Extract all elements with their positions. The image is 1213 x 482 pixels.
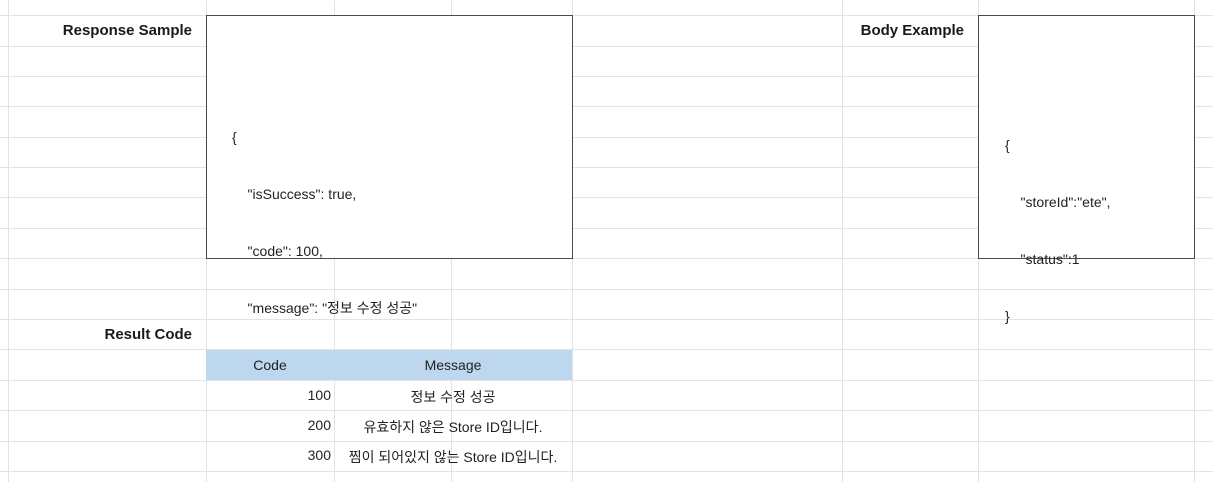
table-row-code: 300: [307, 447, 331, 463]
table-row-message: 유효하지 않은 Store ID입니다.: [363, 419, 543, 435]
table-row-code: 100: [307, 387, 331, 403]
table-row-message: 정보 수정 성공: [410, 389, 496, 405]
header-message: Message: [424, 357, 482, 373]
code-line: "message": "정보 수정 성공": [232, 300, 418, 316]
code-line: "status":1: [1005, 251, 1080, 267]
code-line: }: [1005, 308, 1010, 324]
body-example-label: Body Example: [860, 22, 964, 39]
body-example-box[interactable]: { "storeId":"ete", "status":1 }: [978, 15, 1195, 324]
response-sample-box[interactable]: { "isSuccess": true, "code": 100, "messa…: [206, 15, 573, 373]
code-line: "isSuccess": true,: [232, 186, 357, 202]
code-line: "code": 100,: [232, 243, 323, 259]
header-code: Code: [253, 357, 287, 373]
code-line: "storeId":"ete",: [1005, 194, 1111, 210]
code-line: {: [232, 129, 237, 145]
table-row-code: 200: [307, 417, 331, 433]
response-sample-label: Response Sample: [62, 22, 192, 39]
table-row-message: 찜이 되어있지 않는 Store ID입니다.: [348, 449, 558, 465]
result-code-label: Result Code: [104, 326, 192, 343]
body-example-code: { "storeId":"ete", "status":1 }: [1005, 98, 1110, 364]
code-line: {: [1005, 137, 1010, 153]
